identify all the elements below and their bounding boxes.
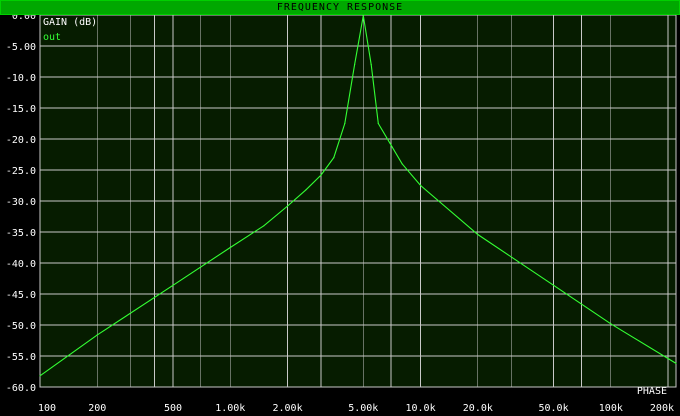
y-tick-label: -60.0 [6, 383, 36, 394]
data-point [96, 334, 98, 336]
data-point [172, 284, 174, 286]
data-point [610, 323, 612, 325]
data-point [344, 122, 346, 125]
data-point [477, 233, 479, 236]
x-tick-label: 20.0k [463, 403, 493, 414]
x-tick-label: 2.00k [273, 403, 303, 414]
data-point [354, 64, 356, 66]
data-point [370, 64, 372, 66]
y-tick-label: -25.0 [6, 166, 36, 177]
data-point [263, 225, 265, 227]
data-point [675, 362, 677, 364]
legend-entry-out: out [43, 32, 61, 43]
gain-chart[interactable]: 0.00 -5.00 -10.0 -15.0 -20.0 -25.0 -30.0 -35.0 -… [0, 15, 680, 416]
y-tick-label: -55.0 [6, 352, 36, 363]
data-point [333, 157, 335, 159]
x-tick-label: 200 [88, 403, 106, 414]
y-tick-label: -15.0 [6, 104, 36, 115]
graph-title-bar: FREQUENCY RESPONSE [0, 0, 680, 15]
data-point [287, 205, 289, 207]
x-tick-label: 5.00k [348, 403, 378, 414]
y-tick-label: -50.0 [6, 321, 36, 332]
y-tick-label: -35.0 [6, 228, 36, 239]
y-tick-label: -20.0 [6, 135, 36, 146]
data-point [229, 246, 231, 249]
data-point [362, 15, 364, 17]
y-tick-label: -10.0 [6, 73, 36, 84]
data-point [377, 122, 379, 125]
data-point [320, 174, 322, 176]
analysis-window: FREQUENCY RESPONSE 0.00 -5.00 -10.0 -15.0 -2… [0, 0, 680, 416]
x-tick-label: 100 [38, 403, 56, 414]
y-tick-label: -5.00 [6, 42, 36, 53]
x-tick-label: 10.0k [406, 403, 436, 414]
data-point [305, 189, 307, 191]
y-tick-label: 0.00 [12, 15, 36, 22]
data-point [420, 184, 422, 187]
phase-axis-label: PHASE [637, 386, 667, 397]
y-tick-label: -45.0 [6, 290, 36, 301]
y-tick-label: -30.0 [6, 197, 36, 208]
data-point [401, 163, 403, 165]
y-tick-label: -40.0 [6, 259, 36, 270]
x-tick-label: 100k [599, 403, 623, 414]
y-axis-label: GAIN (dB) [43, 17, 97, 28]
x-tick-label: 500 [164, 403, 182, 414]
x-axis-ticks: 100 200 500 1.00k 2.00k 5.00k 10.0k 20.0k 50.0k 1… [38, 403, 674, 414]
data-point [553, 284, 555, 286]
y-axis-ticks: 0.00 -5.00 -10.0 -15.0 -20.0 -25.0 -30.0 -35.0 -… [6, 15, 36, 394]
data-point [39, 375, 41, 377]
x-tick-label: 200k [650, 403, 674, 414]
data-point [390, 144, 392, 146]
x-tick-label: 1.00k [215, 403, 245, 414]
x-tick-label: 50.0k [539, 403, 569, 414]
